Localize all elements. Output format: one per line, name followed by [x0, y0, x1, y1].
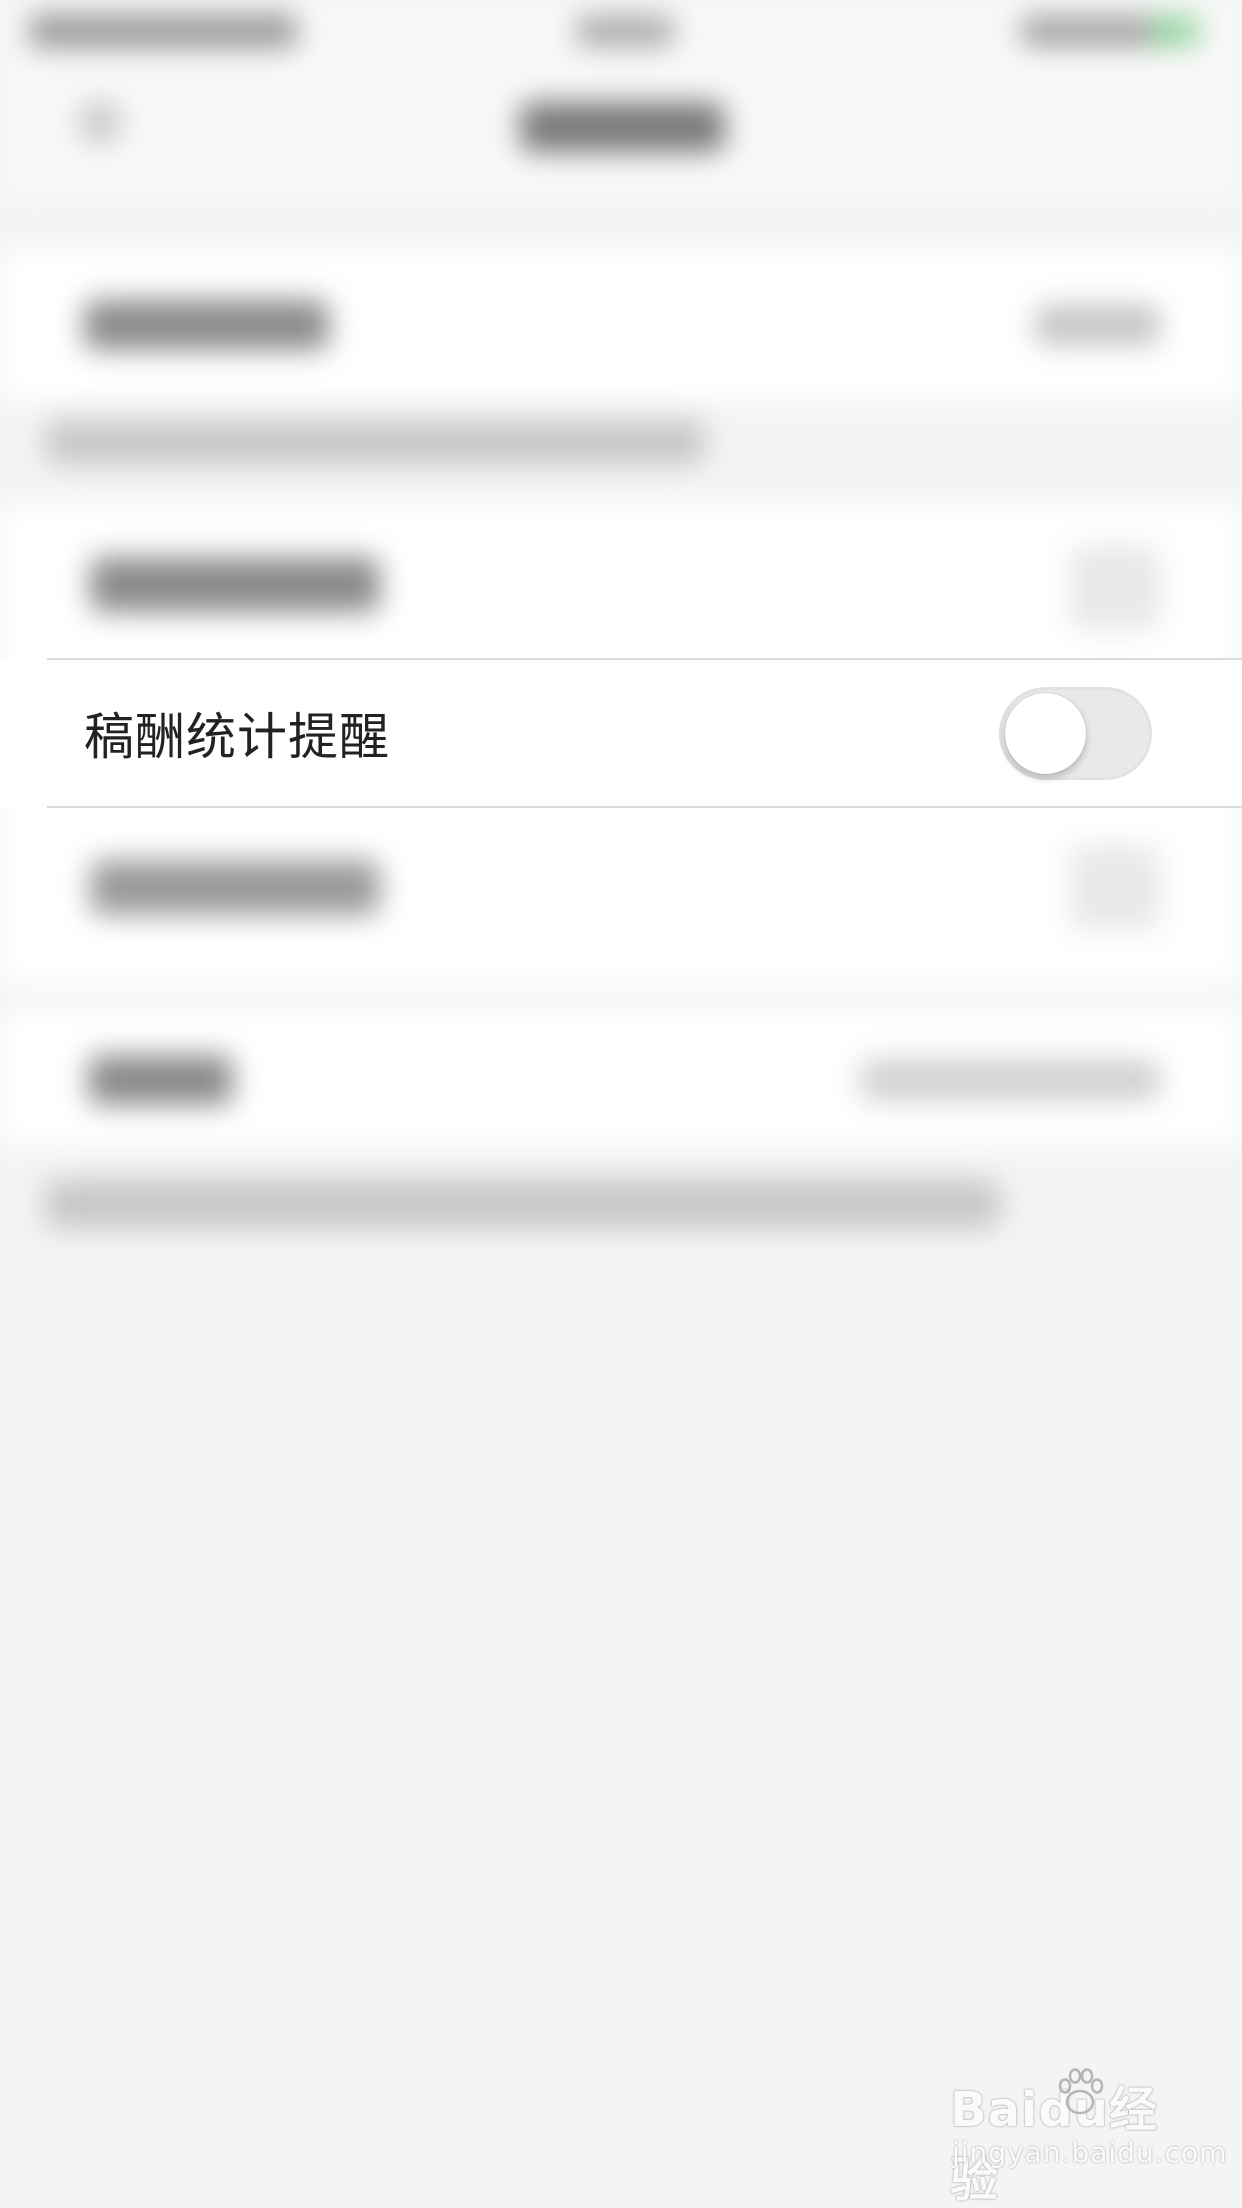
setting-row-royalty-stats-reminder: 稿酬统计提醒 — [0, 658, 1242, 808]
row-divider-top — [47, 658, 1242, 660]
settings-screen: 稿酬统计提醒 Baidu经验 jingyan.baidu.com — [0, 0, 1242, 2208]
row-divider-bottom — [47, 806, 1242, 808]
blurred-background — [0, 0, 1242, 2208]
royalty-stats-reminder-toggle[interactable] — [999, 687, 1152, 780]
status-bar — [0, 0, 1242, 62]
watermark-url: jingyan.baidu.com — [952, 2136, 1228, 2169]
setting-row-label: 稿酬统计提醒 — [84, 708, 390, 766]
paw-logo-icon — [1058, 2068, 1104, 2115]
settings-group-1 — [0, 250, 1242, 400]
navigation-bar — [0, 62, 1242, 197]
settings-group-3 — [0, 1010, 1242, 1145]
baidu-jingyan-watermark: Baidu经验 jingyan.baidu.com — [950, 2068, 1226, 2208]
toggle-knob — [1005, 693, 1086, 774]
